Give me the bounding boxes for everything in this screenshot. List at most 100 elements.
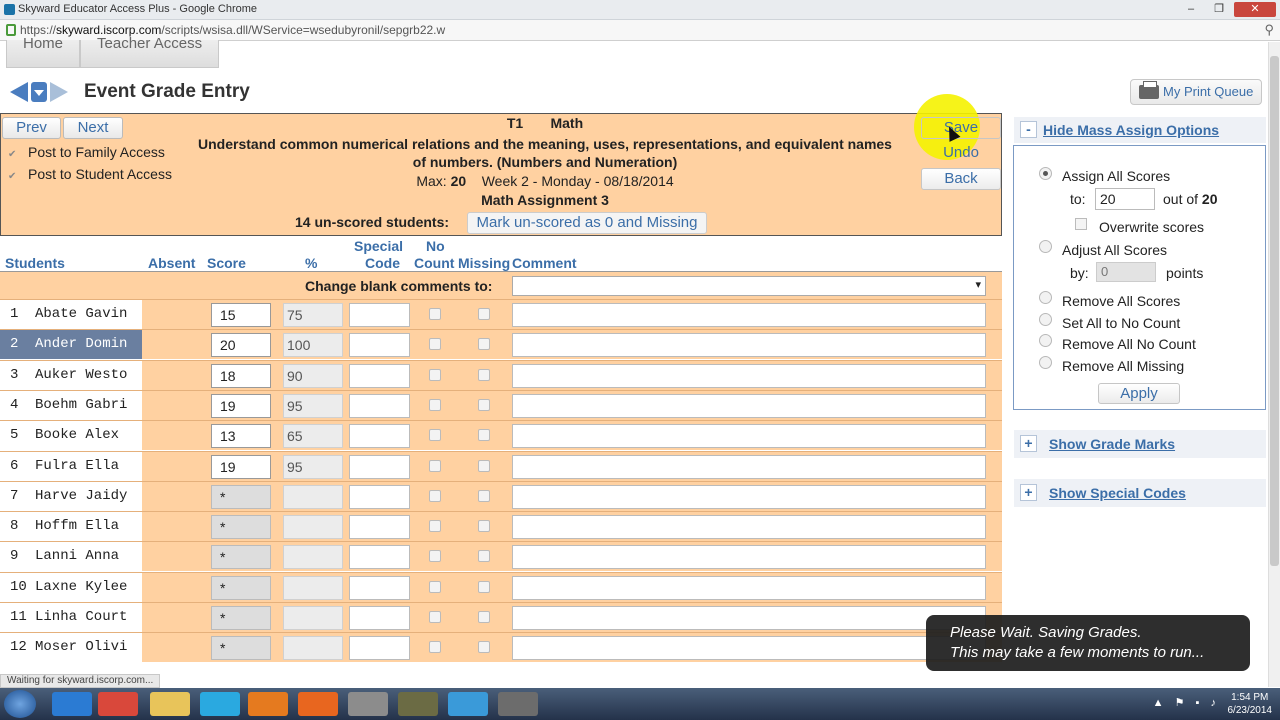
- comment-input[interactable]: [512, 424, 986, 449]
- student-name[interactable]: Lanni Anna: [35, 548, 119, 564]
- print-queue-button[interactable]: My Print Queue: [1130, 79, 1262, 105]
- no-count-checkbox[interactable]: [429, 459, 441, 472]
- twitter-icon[interactable]: [200, 692, 240, 716]
- recorder-icon[interactable]: [498, 692, 538, 716]
- prev-button[interactable]: Prev: [2, 117, 61, 139]
- special-code-input[interactable]: [349, 363, 410, 388]
- missing-checkbox[interactable]: [478, 459, 490, 472]
- special-code-input[interactable]: [349, 333, 410, 358]
- special-code-input[interactable]: [349, 393, 410, 418]
- no-count-checkbox[interactable]: [429, 641, 441, 654]
- score-input[interactable]: 15: [211, 303, 271, 327]
- comment-input[interactable]: [512, 545, 986, 570]
- table-row[interactable]: 3 Auker Westo 18 90: [0, 359, 1002, 390]
- table-row[interactable]: 5 Booke Alex 13 65: [0, 420, 1002, 451]
- special-code-input[interactable]: [349, 484, 410, 509]
- no-count-checkbox[interactable]: [429, 550, 441, 563]
- col-special-code[interactable]: Special Code: [354, 238, 403, 272]
- missing-checkbox[interactable]: [478, 611, 490, 623]
- missing-checkbox[interactable]: [478, 368, 490, 381]
- comment-input[interactable]: [512, 575, 986, 600]
- missing-checkbox[interactable]: [478, 398, 490, 411]
- hide-mass-assign-link[interactable]: Hide Mass Assign Options: [1043, 122, 1219, 138]
- student-name[interactable]: Moser Olivi: [35, 639, 127, 655]
- comment-input[interactable]: [512, 636, 986, 661]
- special-code-input[interactable]: [349, 424, 410, 449]
- col-missing[interactable]: Missing: [458, 255, 510, 271]
- no-count-checkbox[interactable]: [429, 398, 441, 411]
- dropdown-arrow-icon[interactable]: [31, 82, 47, 102]
- table-row[interactable]: 10 Laxne Kylee *: [0, 571, 1002, 602]
- no-count-checkbox[interactable]: [429, 580, 441, 593]
- page-scrollbar[interactable]: [1268, 42, 1280, 687]
- table-row[interactable]: 6 Fulra Ella 19 95: [0, 450, 1002, 481]
- student-name[interactable]: Abate Gavin: [35, 306, 127, 322]
- no-count-checkbox[interactable]: [429, 611, 441, 623]
- itunes-icon[interactable]: [448, 692, 488, 716]
- forward-arrow-icon[interactable]: [50, 82, 68, 102]
- maximize-button[interactable]: ❐: [1206, 2, 1232, 17]
- student-name[interactable]: Harve Jaidy: [35, 488, 127, 504]
- set-no-count-radio[interactable]: [1039, 313, 1052, 326]
- scrollbar-thumb[interactable]: [1270, 56, 1279, 566]
- undo-button[interactable]: Undo: [921, 142, 1001, 164]
- hide-mass-assign-bar[interactable]: - Hide Mass Assign Options: [1014, 117, 1266, 143]
- zoom-icon[interactable]: ⚲: [1264, 22, 1274, 38]
- missing-checkbox[interactable]: [478, 520, 490, 533]
- score-input[interactable]: 18: [211, 363, 271, 388]
- app-icon[interactable]: [398, 692, 438, 716]
- chrome-icon[interactable]: [98, 692, 138, 716]
- table-row[interactable]: 2 Ander Domin 20 100: [0, 329, 1002, 360]
- remove-missing-radio[interactable]: [1039, 356, 1052, 369]
- table-row[interactable]: 12 Moser Olivi *: [0, 632, 1002, 663]
- url-text[interactable]: https://skyward.iscorp.com/scripts/wsisa…: [20, 23, 445, 37]
- student-name[interactable]: Auker Westo: [35, 367, 127, 383]
- remove-no-count-radio[interactable]: [1039, 334, 1052, 347]
- missing-checkbox[interactable]: [478, 641, 490, 654]
- show-special-codes-bar[interactable]: + Show Special Codes: [1014, 479, 1266, 507]
- student-name[interactable]: Ander Domin: [35, 336, 127, 352]
- student-name[interactable]: Boehm Gabri: [35, 397, 127, 413]
- blank-comments-select[interactable]: [512, 276, 986, 296]
- student-name[interactable]: Hoffm Ella: [35, 518, 119, 534]
- comment-input[interactable]: [512, 303, 986, 327]
- col-students[interactable]: Students: [5, 255, 65, 271]
- close-button[interactable]: ✕: [1234, 2, 1276, 17]
- special-code-input[interactable]: [349, 303, 410, 327]
- minimize-button[interactable]: –: [1178, 2, 1204, 17]
- media-player-icon[interactable]: [248, 692, 288, 716]
- tab-home[interactable]: Home: [6, 36, 81, 68]
- show-special-codes-link[interactable]: Show Special Codes: [1049, 485, 1186, 501]
- missing-checkbox[interactable]: [478, 550, 490, 563]
- adjust-all-radio[interactable]: [1039, 240, 1052, 253]
- show-grade-marks-link[interactable]: Show Grade Marks: [1049, 436, 1175, 452]
- table-row[interactable]: 4 Boehm Gabri 19 95: [0, 389, 1002, 420]
- no-count-checkbox[interactable]: [429, 489, 441, 502]
- save-button[interactable]: Save: [921, 117, 1001, 139]
- no-count-checkbox[interactable]: [429, 520, 441, 533]
- no-count-checkbox[interactable]: [429, 429, 441, 442]
- no-count-checkbox[interactable]: [429, 368, 441, 381]
- no-count-checkbox[interactable]: [429, 308, 441, 320]
- no-count-checkbox[interactable]: [429, 338, 441, 351]
- overwrite-checkbox[interactable]: [1075, 218, 1087, 230]
- adjust-by-input[interactable]: 0: [1096, 262, 1156, 282]
- missing-checkbox[interactable]: [478, 308, 490, 320]
- mark-unscored-button[interactable]: Mark un-scored as 0 and Missing: [467, 212, 707, 234]
- col-score[interactable]: Score: [207, 255, 246, 271]
- col-no-count[interactable]: No Count: [414, 238, 454, 272]
- missing-checkbox[interactable]: [478, 429, 490, 442]
- special-code-input[interactable]: [349, 575, 410, 600]
- table-row[interactable]: 7 Harve Jaidy *: [0, 480, 1002, 511]
- collapse-icon[interactable]: -: [1020, 121, 1037, 138]
- student-name[interactable]: Linha Court: [35, 609, 127, 625]
- back-arrow-icon[interactable]: [10, 82, 28, 102]
- assign-to-input[interactable]: 20: [1095, 188, 1155, 210]
- missing-checkbox[interactable]: [478, 489, 490, 502]
- comment-input[interactable]: [512, 454, 986, 479]
- table-row[interactable]: 9 Lanni Anna *: [0, 541, 1002, 572]
- remove-all-radio[interactable]: [1039, 291, 1052, 304]
- table-row[interactable]: 11 Linha Court *: [0, 602, 1002, 632]
- back-button[interactable]: Back: [921, 168, 1001, 190]
- table-row[interactable]: 8 Hoffm Ella *: [0, 511, 1002, 542]
